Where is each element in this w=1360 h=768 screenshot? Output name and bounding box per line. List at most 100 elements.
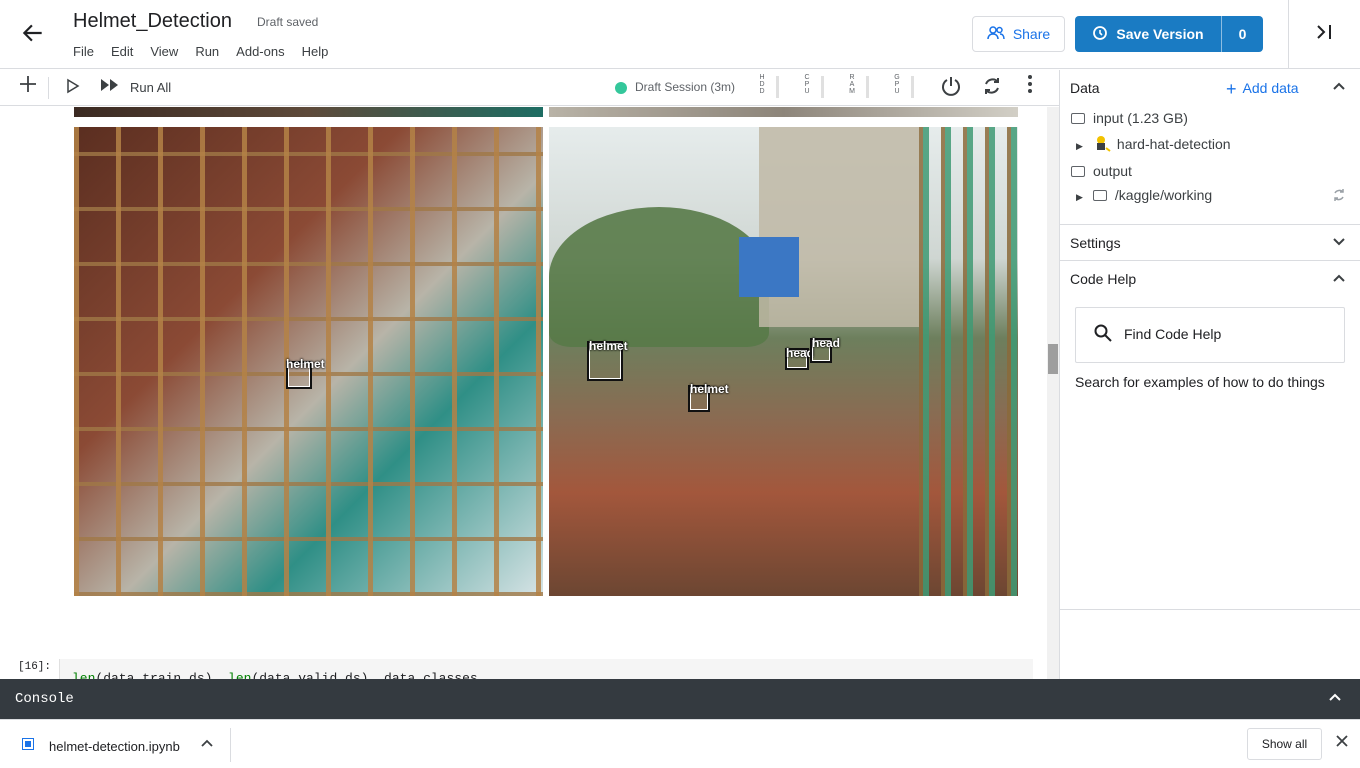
dataset-item[interactable]: ▶ hard-hat-detection	[1076, 134, 1231, 152]
code-function: len	[228, 671, 252, 679]
section-divider	[1060, 260, 1360, 261]
download-bar: helmet-detection.ipynb Show all	[0, 719, 1360, 768]
top-bar: Helmet_Detection Draft saved File Edit V…	[0, 0, 1360, 69]
cpu-meter-bar	[821, 76, 824, 98]
output-image-scaffolding: helmet	[74, 127, 543, 596]
collapse-panel-icon[interactable]	[1314, 22, 1334, 47]
image-building	[759, 127, 919, 327]
people-icon	[987, 25, 1005, 43]
menu-edit[interactable]: Edit	[111, 44, 133, 59]
working-folder[interactable]: ▶ /kaggle/working	[1076, 187, 1212, 203]
code-help-section-title[interactable]: Code Help	[1070, 271, 1136, 287]
input-folder-label: input (1.23 GB)	[1093, 110, 1188, 126]
gpu-meter-label: GPU	[894, 74, 900, 95]
console-bar[interactable]: Console	[0, 679, 1360, 719]
add-data-label: Add data	[1242, 80, 1299, 96]
restart-icon[interactable]	[981, 75, 1003, 103]
power-icon[interactable]	[940, 75, 962, 103]
chevron-up-icon[interactable]	[1332, 80, 1346, 94]
find-code-help-button[interactable]: Find Code Help	[1075, 307, 1345, 363]
section-divider	[1060, 224, 1360, 225]
share-label: Share	[1012, 26, 1051, 42]
run-cell-icon[interactable]	[66, 78, 80, 97]
code-args: (data.train_ds),	[95, 671, 229, 679]
plus-icon: +	[1226, 79, 1237, 99]
console-label: Console	[15, 691, 74, 707]
right-sidebar: Data + Add data input (1.23 GB) ▶ hard-ha…	[1060, 70, 1360, 679]
save-version-main[interactable]: Save Version	[1075, 16, 1221, 52]
caret-right-icon: ▶	[1076, 192, 1083, 202]
more-options-icon[interactable]	[1024, 74, 1036, 94]
menu-run[interactable]: Run	[195, 44, 219, 59]
notebook-title[interactable]: Helmet_Detection	[73, 10, 232, 33]
detection-label: head	[812, 336, 841, 350]
detection-label: helmet	[589, 339, 628, 353]
save-version-button[interactable]: Save Version 0	[1075, 16, 1263, 52]
caret-right-icon: ▶	[1076, 141, 1083, 151]
find-code-help-label: Find Code Help	[1124, 326, 1222, 342]
dataset-label: hard-hat-detection	[1116, 136, 1231, 152]
back-arrow-icon[interactable]	[20, 20, 46, 46]
menu-file[interactable]: File	[73, 44, 94, 59]
hdd-meter-label: HDD	[759, 74, 765, 95]
download-divider	[230, 728, 231, 762]
chevron-up-icon[interactable]	[201, 737, 213, 751]
menu-bar: File Edit View Run Add-ons Help	[73, 44, 345, 59]
session-label[interactable]: Draft Session (3m)	[635, 80, 735, 94]
previous-image-strip-right	[549, 107, 1018, 117]
data-section-title[interactable]: Data	[1070, 80, 1100, 96]
settings-section-title[interactable]: Settings	[1070, 235, 1121, 251]
run-all-label[interactable]: Run All	[130, 80, 171, 95]
save-version-label: Save Version	[1116, 26, 1204, 42]
folder-icon	[1092, 190, 1107, 201]
ram-meter-label: RAM	[849, 74, 855, 95]
image-trees	[549, 207, 769, 347]
run-all-icon[interactable]	[100, 77, 120, 96]
share-button[interactable]: Share	[972, 16, 1065, 52]
output-image-construction-site: helmet helmet head head	[549, 127, 1018, 596]
sync-icon[interactable]	[1332, 188, 1346, 205]
download-file-name[interactable]: helmet-detection.ipynb	[49, 739, 180, 754]
file-icon	[22, 738, 34, 750]
menu-help[interactable]: Help	[302, 44, 329, 59]
image-blue-structure	[739, 237, 799, 297]
hdd-meter-bar	[776, 76, 779, 98]
toolbar-divider	[48, 77, 49, 99]
output-folder-label: output	[1093, 163, 1132, 179]
version-count[interactable]: 0	[1221, 16, 1263, 52]
code-function: len	[72, 671, 96, 679]
chevron-up-icon[interactable]	[1332, 272, 1346, 286]
menu-view[interactable]: View	[150, 44, 178, 59]
input-folder[interactable]: input (1.23 GB)	[1071, 110, 1188, 126]
folder-icon	[1071, 113, 1085, 124]
close-icon[interactable]	[1335, 734, 1349, 753]
code-help-description: Search for examples of how to do things	[1075, 374, 1325, 390]
cpu-meter-label: CPU	[804, 74, 810, 95]
notebook-scrollbar[interactable]	[1047, 107, 1059, 679]
header-divider	[1288, 0, 1289, 69]
cell-execution-count: [16]:	[18, 661, 52, 673]
scrollbar-thumb[interactable]	[1048, 344, 1058, 374]
previous-image-strip-left	[74, 107, 543, 117]
chevron-up-icon[interactable]	[1328, 689, 1342, 705]
draft-status: Draft saved	[257, 15, 319, 29]
code-args: (data.valid_ds), data.classes	[251, 671, 478, 679]
menu-add-ons[interactable]: Add-ons	[236, 44, 284, 59]
code-line[interactable]: len(data.train_ds), len(data.valid_ds), …	[72, 671, 478, 679]
hardhat-dataset-icon	[1093, 134, 1111, 152]
add-data-button[interactable]: + Add data	[1226, 79, 1299, 100]
add-cell-icon[interactable]	[18, 74, 38, 100]
search-icon	[1094, 324, 1112, 342]
output-folder[interactable]: output	[1071, 163, 1132, 179]
ram-meter-bar	[866, 76, 869, 98]
notebook-toolbar: Run All Draft Session (3m) HDD CPU RAM G…	[0, 70, 1059, 106]
code-cell[interactable]: len(data.train_ds), len(data.valid_ds), …	[59, 659, 1033, 679]
show-all-button[interactable]: Show all	[1247, 728, 1322, 760]
folder-icon	[1071, 166, 1085, 177]
history-icon	[1092, 25, 1108, 44]
notebook-area: helmet helmet helmet head head [16]: len…	[0, 107, 1047, 679]
chevron-down-icon[interactable]	[1332, 236, 1346, 250]
gpu-meter-bar	[911, 76, 914, 98]
session-status-icon	[615, 82, 627, 94]
section-divider	[1060, 609, 1360, 610]
